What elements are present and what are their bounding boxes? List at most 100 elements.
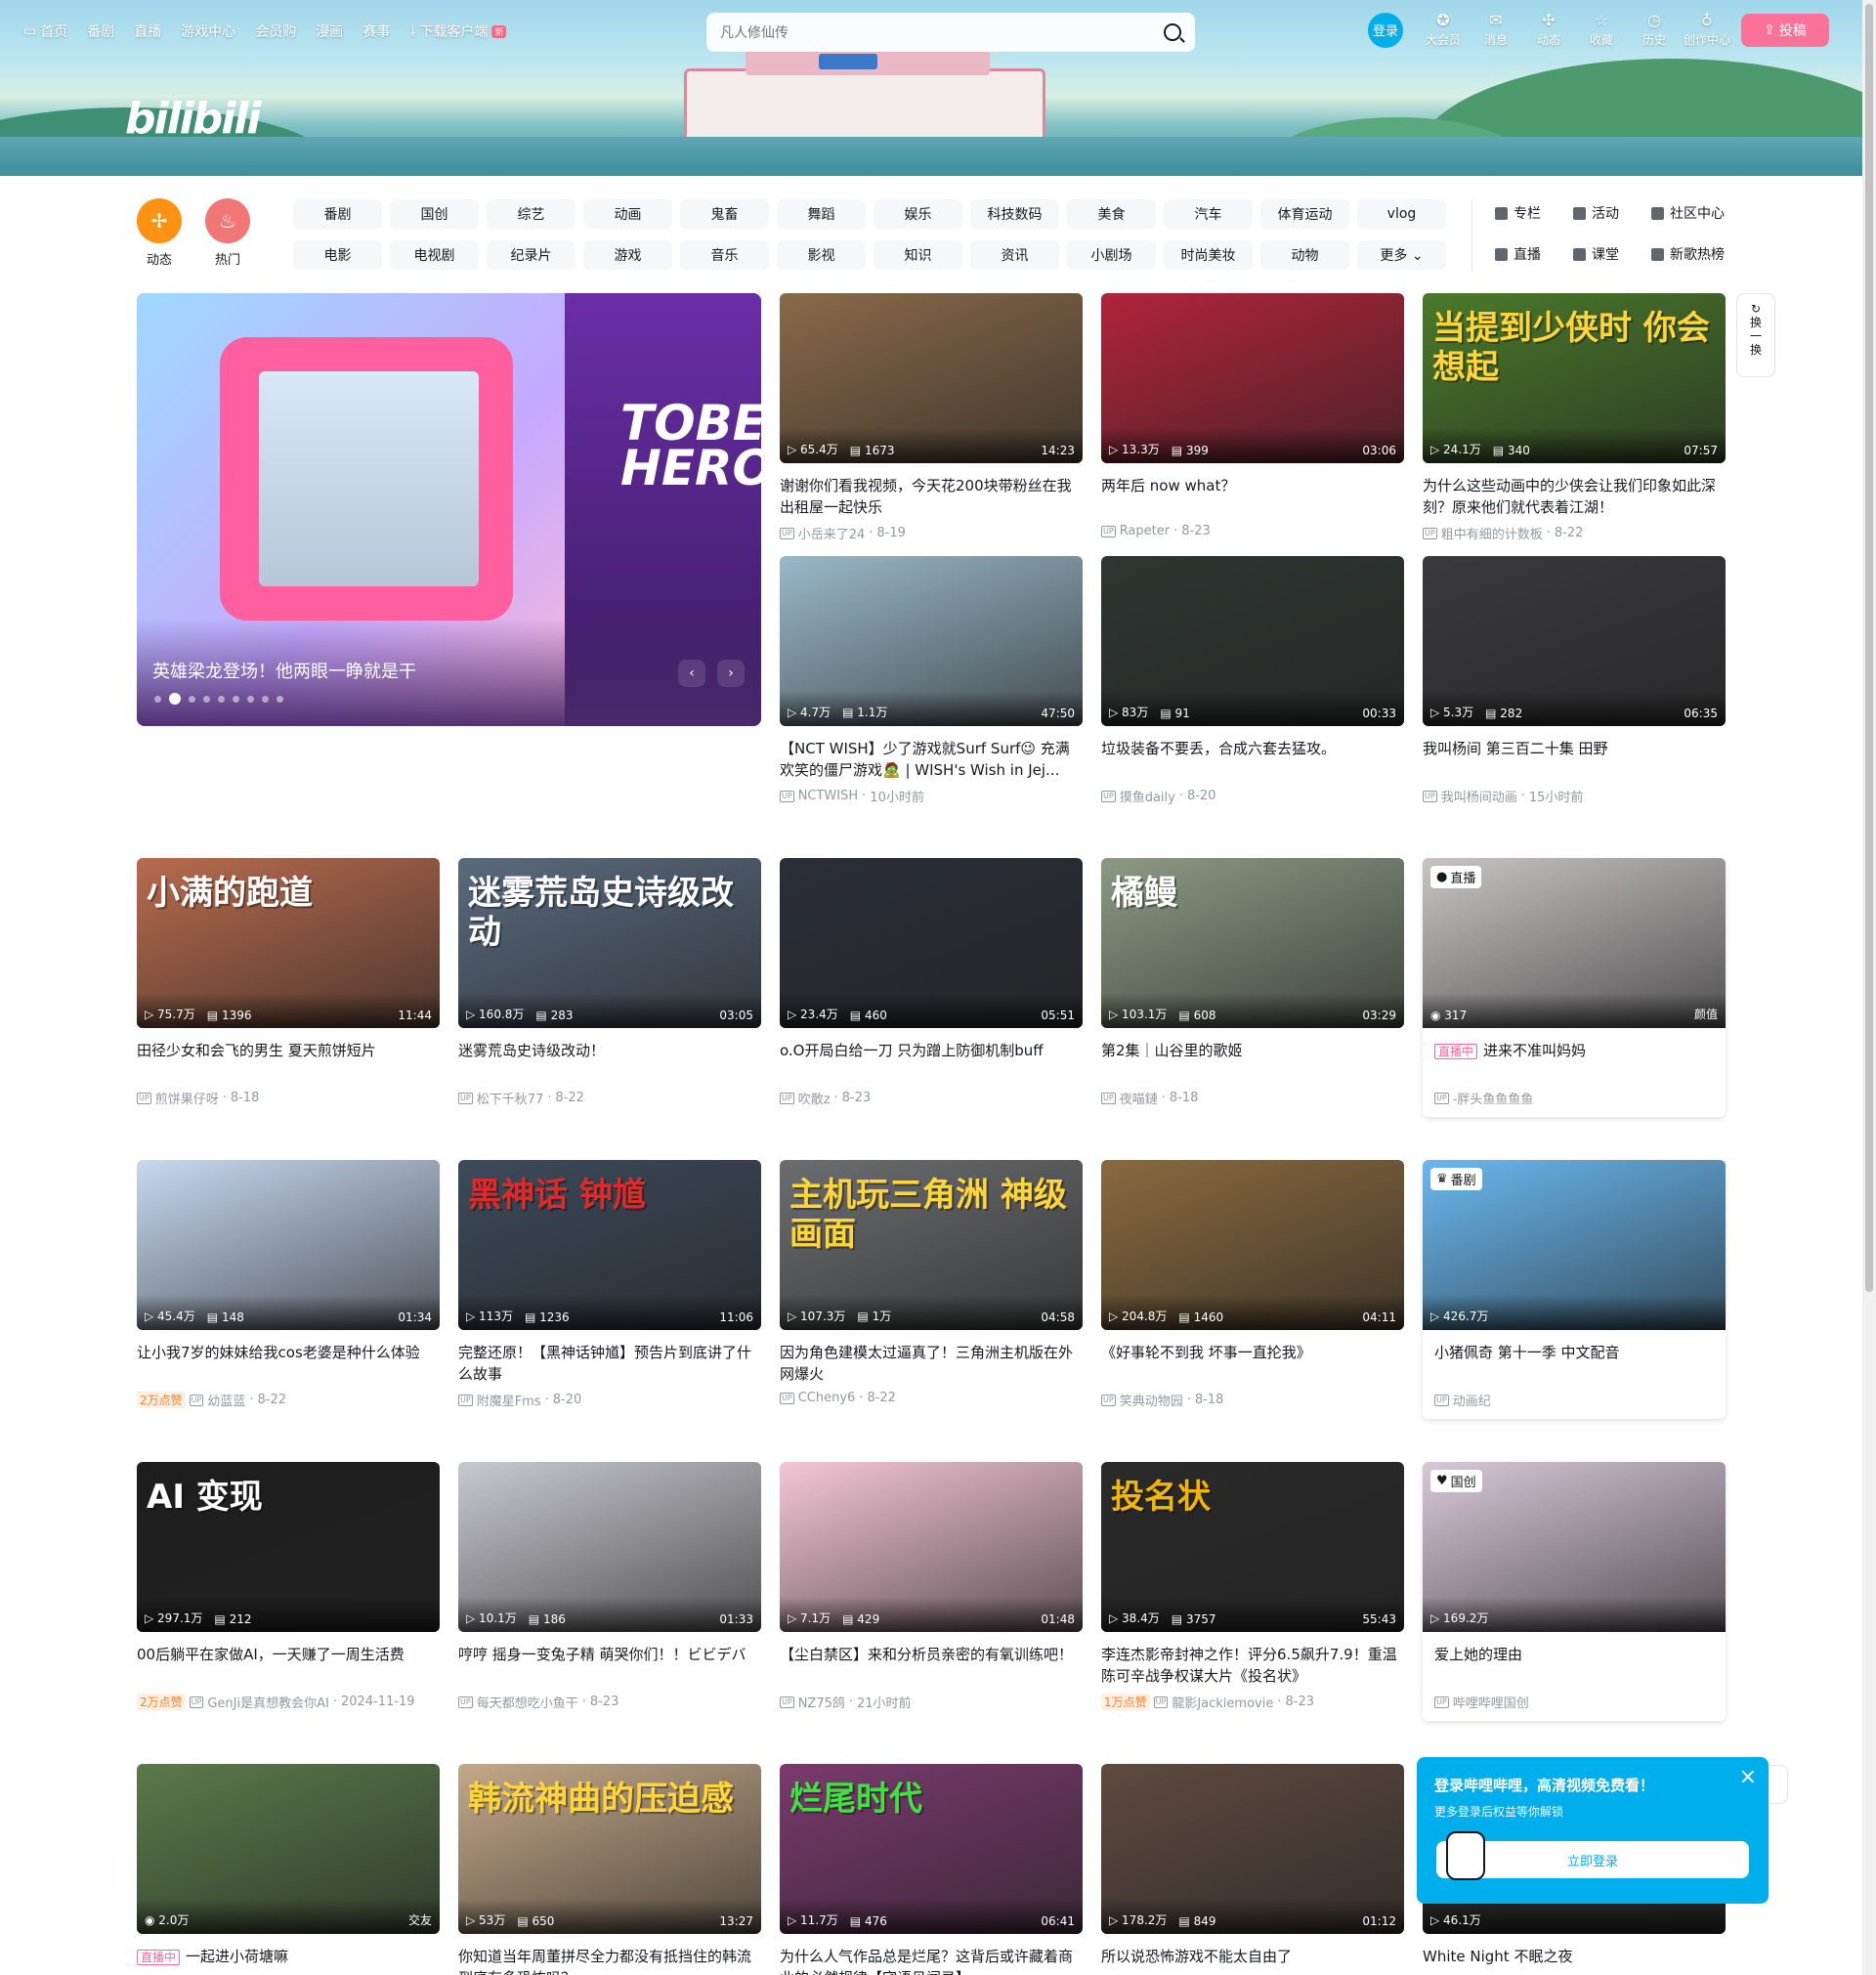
video-title[interactable]: 爱上她的理由 bbox=[1423, 1644, 1726, 1687]
carousel-dot[interactable] bbox=[247, 695, 254, 703]
video-thumbnail[interactable]: 小满的跑道 ▷ 75.7万 ▤ 1396 11:44 bbox=[137, 858, 440, 1028]
video-thumbnail[interactable]: 橘鳗 ▷ 103.1万 ▤ 608 03:29 bbox=[1101, 858, 1404, 1028]
video-thumbnail[interactable]: 当提到少侠时 你会想起 ▷ 24.1万 ▤ 340 07:57 bbox=[1423, 293, 1726, 463]
channel-feed[interactable]: ✢ 动态 bbox=[137, 198, 182, 268]
video-title[interactable]: 因为角色建模太过逼真了！三角洲主机版在外网爆火 bbox=[780, 1342, 1083, 1385]
side-link[interactable]: 社区中心 bbox=[1651, 203, 1759, 223]
video-card[interactable]: ▷ 5.3万 ▤ 282 06:35 我叫杨间 第三百二十集 田野 UP 我叫杨间动画 · 1… bbox=[1423, 556, 1726, 805]
banner-carousel[interactable]: TOBE HERO 英雄梁龙登场！他两眼一睁就是干 ‹ › bbox=[137, 293, 761, 726]
video-thumbnail[interactable]: ▷ 65.4万 ▤ 1673 14:23 bbox=[780, 293, 1083, 463]
nav-bangumi[interactable]: 番剧 bbox=[87, 21, 114, 41]
video-title[interactable]: 为什么人气作品总是烂尾？这背后或许藏着商业的必然规律【宅语见闻录】 bbox=[780, 1946, 1083, 1975]
channel-tag[interactable]: 动物 bbox=[1260, 240, 1349, 270]
video-thumbnail[interactable]: ▷ 178.2万 ▤ 849 01:12 bbox=[1101, 1764, 1404, 1934]
channel-tag[interactable]: 体育运动 bbox=[1260, 199, 1349, 229]
video-thumbnail[interactable]: ♛ 番剧 ▷ 426.7万 bbox=[1423, 1160, 1726, 1330]
special-card-live[interactable]: ● 直播 ◉ 317 颜值 直播中 进来不准叫妈妈 UP -胖头鱼鱼鱼鱼 bbox=[1423, 858, 1726, 1117]
uploader-name[interactable]: -胖头鱼鱼鱼鱼 bbox=[1453, 1089, 1534, 1107]
video-title[interactable]: 所以说恐怖游戏不能太自由了 bbox=[1101, 1946, 1404, 1975]
video-card[interactable]: 投名状 ▷ 38.4万 ▤ 3757 55:43 李连杰影帝封神之作！评分6.5飙升7.… bbox=[1101, 1462, 1404, 1711]
carousel-dot[interactable] bbox=[233, 695, 239, 703]
side-link[interactable]: 直播 bbox=[1495, 244, 1573, 264]
uploader-name[interactable]: CCheny6 bbox=[798, 1391, 856, 1405]
channel-tag[interactable]: vlog bbox=[1357, 199, 1446, 229]
video-thumbnail[interactable]: ● 直播 ◉ 317 颜值 bbox=[1423, 858, 1726, 1028]
video-card[interactable]: ▷ 23.4万 ▤ 460 05:51 o.O开局白给一刀 只为蹭上防御机制buff U… bbox=[780, 858, 1083, 1107]
uploader-name[interactable]: 煎饼果仔呀 bbox=[155, 1089, 219, 1107]
video-thumbnail[interactable]: ▷ 10.1万 ▤ 186 01:33 bbox=[458, 1462, 761, 1632]
login-avatar-button[interactable]: 登录 bbox=[1368, 12, 1403, 48]
video-title[interactable]: 田径少女和会飞的男生 夏天煎饼短片 bbox=[137, 1040, 440, 1083]
video-thumbnail[interactable]: ▷ 204.8万 ▤ 1460 04:11 bbox=[1101, 1160, 1404, 1330]
carousel-prev-button[interactable]: ‹ bbox=[678, 660, 705, 687]
video-title[interactable]: 我叫杨间 第三百二十集 田野 bbox=[1423, 738, 1726, 781]
video-thumbnail[interactable]: ♥ 国创 ▷ 169.2万 bbox=[1423, 1462, 1726, 1632]
channel-tag[interactable]: 国创 bbox=[390, 199, 479, 229]
vip-link[interactable]: ✪ 大会员 bbox=[1417, 12, 1470, 48]
video-thumbnail[interactable]: ▷ 83万 ▤ 91 00:33 bbox=[1101, 556, 1404, 726]
nav-live[interactable]: 直播 bbox=[134, 21, 161, 41]
side-link[interactable]: 活动 bbox=[1573, 203, 1651, 223]
uploader-name[interactable]: Rapeter bbox=[1120, 524, 1170, 538]
channel-tag[interactable]: 鬼畜 bbox=[680, 199, 769, 229]
scrollbar[interactable] bbox=[1862, 0, 1876, 1975]
uploader-name[interactable]: 我叫杨间动画 bbox=[1441, 787, 1517, 805]
carousel-dot[interactable] bbox=[169, 693, 181, 705]
video-card[interactable]: 烂尾时代 ▷ 11.7万 ▤ 476 06:41 为什么人气作品总是烂尾？这背后或许藏着… bbox=[780, 1764, 1083, 1975]
channel-tag[interactable]: 科技数码 bbox=[970, 199, 1059, 229]
search-input[interactable] bbox=[720, 24, 1164, 40]
video-thumbnail[interactable]: 黑神话 钟馗 ▷ 113万 ▤ 1236 11:06 bbox=[458, 1160, 761, 1330]
video-title[interactable]: 直播中 一起进小荷塘嘛 bbox=[137, 1946, 440, 1975]
video-thumbnail[interactable]: 烂尾时代 ▷ 11.7万 ▤ 476 06:41 bbox=[780, 1764, 1083, 1934]
uploader-name[interactable]: 粗中有细的计数板 bbox=[1441, 524, 1543, 542]
creator-center-link[interactable]: ♁ 创作中心 bbox=[1681, 12, 1733, 48]
video-card[interactable]: ▷ 7.1万 ▤ 429 01:48 【尘白禁区】来和分析员亲密的有氧训练吧！ UP NZ… bbox=[780, 1462, 1083, 1711]
channel-tag[interactable]: 舞蹈 bbox=[777, 199, 866, 229]
video-thumbnail[interactable]: 韩流神曲的压迫感 ▷ 53万 ▤ 650 13:27 bbox=[458, 1764, 761, 1934]
uploader-name[interactable]: 幼蓝蓝 bbox=[207, 1391, 245, 1409]
channel-tag[interactable]: 电视剧 bbox=[390, 240, 479, 270]
video-thumbnail[interactable]: ▷ 13.3万 ▤ 399 03:06 bbox=[1101, 293, 1404, 463]
video-thumbnail[interactable]: 迷雾荒岛史诗级改动 ▷ 160.8万 ▤ 283 03:05 bbox=[458, 858, 761, 1028]
video-title[interactable]: 迷雾荒岛史诗级改动！ bbox=[458, 1040, 761, 1083]
video-thumbnail[interactable]: 主机玩三角洲 神级画面 ▷ 107.3万 ▤ 1万 04:58 bbox=[780, 1160, 1083, 1330]
carousel-dot[interactable] bbox=[277, 695, 283, 703]
channel-tag[interactable]: 影视 bbox=[777, 240, 866, 270]
video-title[interactable]: 哼哼 摇身一变兔子精 萌哭你们！！ビビデバ bbox=[458, 1644, 761, 1687]
nav-esports[interactable]: 赛事 bbox=[362, 21, 390, 41]
video-card[interactable]: ▷ 65.4万 ▤ 1673 14:23 谢谢你们看我视频，今天花200块带粉丝在我出… bbox=[780, 293, 1083, 542]
video-card[interactable]: 韩流神曲的压迫感 ▷ 53万 ▤ 650 13:27 你知道当年周董拼尽全力都没有抵挡住… bbox=[458, 1764, 761, 1975]
uploader-name[interactable]: 龍影Jackiemovie bbox=[1172, 1693, 1273, 1711]
nav-mall[interactable]: 会员购 bbox=[255, 21, 296, 41]
search-icon[interactable] bbox=[1164, 23, 1181, 41]
video-title[interactable]: White Night 不眠之夜 bbox=[1423, 1946, 1726, 1975]
channel-tag[interactable]: 小剧场 bbox=[1067, 240, 1156, 270]
live-card[interactable]: ◉ 2.0万 交友 直播中 一起进小荷塘嘛 bbox=[137, 1764, 440, 1975]
nav-download[interactable]: ⤓ 下载客户端新 bbox=[409, 21, 507, 41]
uploader-name[interactable]: 每天都想吃小鱼干 bbox=[477, 1693, 578, 1711]
channel-tag[interactable]: 综艺 bbox=[487, 199, 576, 229]
video-card[interactable]: ▷ 13.3万 ▤ 399 03:06 两年后 now what？ UP Rapeter ·… bbox=[1101, 293, 1404, 538]
video-title[interactable]: 直播中 进来不准叫妈妈 bbox=[1423, 1040, 1726, 1083]
channel-tag[interactable]: 汽车 bbox=[1164, 199, 1253, 229]
video-card[interactable]: ▷ 83万 ▤ 91 00:33 垃圾装备不要丢，合成六套去猛攻。 UP 摸鱼daily ·… bbox=[1101, 556, 1404, 805]
uploader-name[interactable]: 动画纪 bbox=[1453, 1391, 1491, 1409]
refresh-button[interactable]: ↻ 换 一 换 bbox=[1736, 293, 1775, 377]
carousel-next-button[interactable]: › bbox=[717, 660, 745, 687]
video-title[interactable]: 为什么这些动画中的少侠会让我们印象如此深刻？原来他们就代表着江湖！ bbox=[1423, 475, 1726, 518]
carousel-dot[interactable] bbox=[189, 695, 195, 703]
video-title[interactable]: 两年后 now what？ bbox=[1101, 475, 1404, 518]
nav-manga[interactable]: 漫画 bbox=[316, 21, 343, 41]
video-title[interactable]: 李连杰影帝封神之作！评分6.5飙升7.9！重温陈可辛战争权谋大片《投名状》 bbox=[1101, 1644, 1404, 1687]
carousel-title[interactable]: 英雄梁龙登场！他两眼一睁就是干 bbox=[152, 658, 416, 683]
carousel-dot[interactable] bbox=[218, 695, 225, 703]
video-title[interactable]: 小猪佩奇 第十一季 中文配音 bbox=[1423, 1342, 1726, 1385]
video-thumbnail[interactable]: ▷ 7.1万 ▤ 429 01:48 bbox=[780, 1462, 1083, 1632]
carousel-dot[interactable] bbox=[203, 695, 210, 703]
favorites-link[interactable]: ☆ 收藏 bbox=[1575, 12, 1628, 48]
video-title[interactable]: 垃圾装备不要丢，合成六套去猛攻。 bbox=[1101, 738, 1404, 781]
channel-tag[interactable]: 番剧 bbox=[293, 199, 382, 229]
bilibili-logo[interactable]: bilibili bbox=[125, 94, 261, 144]
nav-home[interactable]: ▭ 首页 bbox=[23, 21, 67, 41]
history-link[interactable]: ◷ 历史 bbox=[1628, 12, 1681, 48]
